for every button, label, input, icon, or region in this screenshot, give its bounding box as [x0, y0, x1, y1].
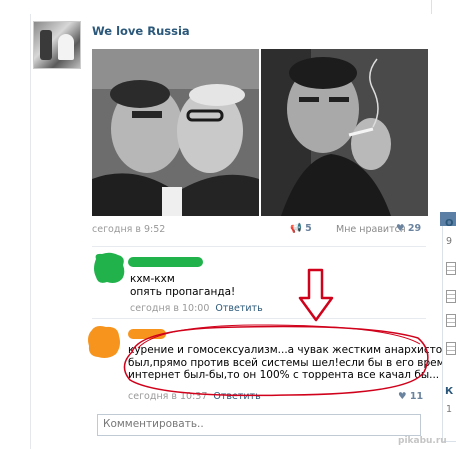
post-photo-kiss[interactable] — [92, 49, 259, 216]
like-count: 29 — [407, 223, 422, 234]
sidebar-count: 9 — [446, 236, 453, 247]
megaphone-icon: 📢 — [290, 223, 302, 234]
annotation-ellipse — [123, 324, 429, 397]
sidebar-heading[interactable]: К — [445, 386, 453, 397]
watermark: pikabu.ru — [398, 436, 447, 446]
comment-avatar[interactable] — [86, 324, 120, 358]
like-button[interactable]: ♥ 29 — [396, 223, 421, 234]
document-icon[interactable] — [446, 262, 456, 275]
divider — [92, 318, 426, 319]
comment-meta: сегодня в 10:00 Ответить — [130, 303, 263, 314]
post-meta: сегодня в 9:52 📢 5 Мне нравится ♥ 29 — [92, 223, 426, 238]
comment-avatar[interactable] — [92, 251, 126, 285]
repost-count: 5 — [305, 223, 312, 234]
comment-input[interactable]: Комментировать.. — [97, 414, 421, 436]
annotation-arrow — [298, 268, 334, 322]
document-icon[interactable] — [446, 314, 456, 327]
post-author-link[interactable]: We love Russia — [92, 24, 190, 38]
reply-link[interactable]: Ответить — [215, 303, 262, 314]
community-avatar[interactable] — [33, 21, 81, 69]
comment-text: кхм-кхм опять пропаганда! — [130, 273, 236, 298]
document-icon[interactable] — [446, 342, 456, 355]
post-photo-smoking[interactable] — [261, 49, 428, 216]
heart-icon: ♥ — [396, 223, 405, 234]
post-time[interactable]: сегодня в 9:52 — [92, 224, 165, 235]
document-icon[interactable] — [446, 290, 456, 303]
comment-time[interactable]: сегодня в 10:00 — [130, 303, 209, 314]
divider — [92, 246, 426, 247]
comment-author-redacted[interactable] — [128, 257, 203, 267]
repost-button[interactable]: 📢 5 — [290, 223, 312, 234]
sidebar-count: 1 — [446, 404, 453, 415]
sidebar-heading[interactable]: О — [445, 218, 454, 229]
